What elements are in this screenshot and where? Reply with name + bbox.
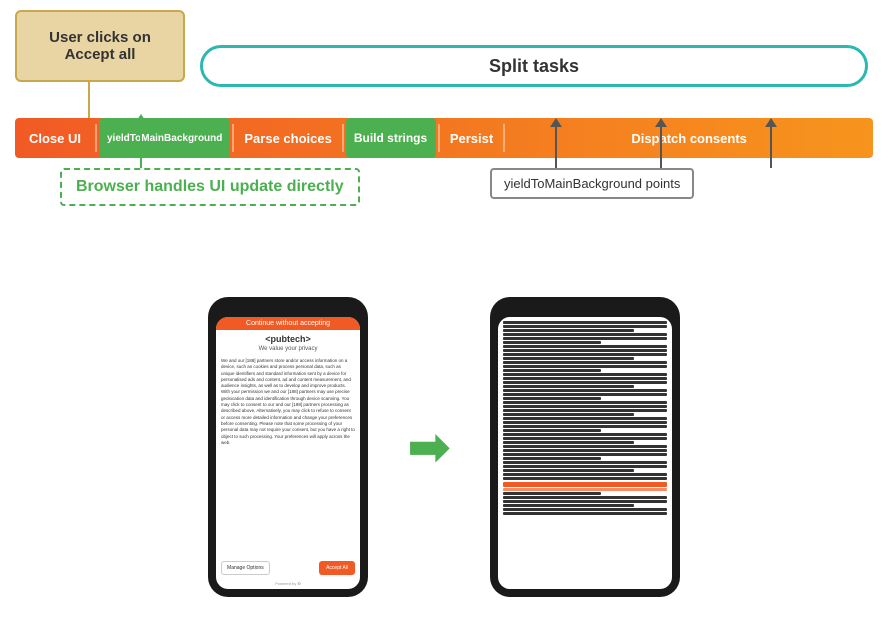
- doc-line: [503, 377, 667, 380]
- flow-bar: Close UI yieldToMainBackground Parse cho…: [15, 118, 873, 158]
- doc-line: [503, 357, 634, 360]
- flow-yield-1: yieldToMainBackground: [99, 118, 230, 158]
- phone-left-notch: [268, 305, 308, 313]
- flow-close-ui: Close UI: [15, 118, 95, 158]
- privacy-buttons: Manage Options Accept All: [216, 557, 360, 581]
- doc-line: [503, 433, 667, 436]
- split-tasks-label: Split tasks: [489, 56, 579, 77]
- doc-line: [503, 365, 667, 368]
- powered-by-label: Powered by ♻: [216, 581, 360, 589]
- accept-all-button[interactable]: Accept All: [319, 561, 355, 575]
- doc-line: [503, 496, 667, 499]
- doc-line: [503, 417, 667, 420]
- doc-line: [503, 429, 601, 432]
- doc-line: [503, 405, 667, 408]
- doc-line: [503, 361, 667, 364]
- user-clicks-arrow: [88, 82, 90, 120]
- yield-points-label: yieldToMainBackground points: [490, 168, 694, 199]
- browser-handles-label: Browser handles UI update directly: [60, 168, 360, 206]
- split-tasks-bar: Split tasks: [200, 45, 868, 87]
- phones-arrow: ➡: [408, 418, 450, 476]
- doc-line: [503, 465, 667, 468]
- pubtech-subtitle: We value your privacy: [216, 346, 360, 356]
- doc-line: [503, 349, 667, 352]
- phones-section: Continue without accepting <pubtech> We …: [0, 275, 888, 619]
- manage-options-button[interactable]: Manage Options: [221, 561, 270, 575]
- doc-line: [503, 457, 601, 460]
- doc-line: [503, 488, 667, 491]
- doc-line: [503, 437, 667, 440]
- doc-line: [503, 421, 667, 424]
- doc-line: [503, 345, 667, 348]
- phone-left-screen: Continue without accepting <pubtech> We …: [216, 317, 360, 589]
- doc-line: [503, 473, 667, 476]
- doc-line: [503, 469, 634, 472]
- pubtech-brand: <pubtech>: [216, 330, 360, 346]
- user-clicks-label: User clicks on Accept all: [49, 29, 151, 63]
- doc-line: [503, 461, 667, 464]
- yield-arrow-1: [555, 126, 557, 168]
- doc-line: [503, 337, 667, 340]
- doc-line: [503, 341, 601, 344]
- doc-line: [503, 425, 667, 428]
- doc-line: [503, 504, 634, 507]
- doc-line: [503, 385, 634, 388]
- doc-line: [503, 477, 667, 480]
- browser-arrow: [140, 122, 142, 168]
- doc-line: [503, 445, 667, 448]
- user-clicks-box: User clicks on Accept all: [15, 10, 185, 82]
- doc-line: [503, 413, 634, 416]
- privacy-text: We and our [188] partners store and/or a…: [216, 356, 360, 557]
- doc-line: [503, 508, 667, 511]
- doc-line: [503, 353, 667, 356]
- doc-line: [503, 389, 667, 392]
- doc-line: [503, 512, 667, 515]
- doc-line: [503, 401, 667, 404]
- doc-line: [503, 381, 667, 384]
- yield-arrow-3: [770, 126, 772, 168]
- yield-arrow-2: [660, 126, 662, 168]
- doc-line: [503, 397, 601, 400]
- phone-left: Continue without accepting <pubtech> We …: [208, 297, 368, 597]
- phone-right-screen: [498, 317, 672, 589]
- doc-line: [503, 409, 667, 412]
- doc-line: [503, 369, 601, 372]
- doc-line: [503, 393, 667, 396]
- doc-line: [503, 441, 634, 444]
- doc-line: [503, 325, 667, 328]
- privacy-header: Continue without accepting: [216, 317, 360, 330]
- flow-build: Build strings: [346, 118, 436, 158]
- doc-line: [503, 333, 667, 336]
- doc-line: [503, 500, 667, 503]
- doc-line: [503, 321, 667, 324]
- top-section: User clicks on Accept all Split tasks Cl…: [0, 0, 888, 280]
- doc-line: [503, 449, 667, 452]
- doc-line-highlight: [503, 482, 667, 487]
- doc-line: [503, 492, 601, 495]
- flow-sep-1: [95, 124, 97, 152]
- phone-right-notch: [565, 305, 605, 313]
- doc-line: [503, 453, 667, 456]
- doc-line: [503, 373, 667, 376]
- doc-line: [503, 329, 634, 332]
- flow-parse: Parse choices: [234, 118, 341, 158]
- phone-right: [490, 297, 680, 597]
- flow-persist: Persist: [440, 118, 503, 158]
- flow-sep-3: [342, 124, 344, 152]
